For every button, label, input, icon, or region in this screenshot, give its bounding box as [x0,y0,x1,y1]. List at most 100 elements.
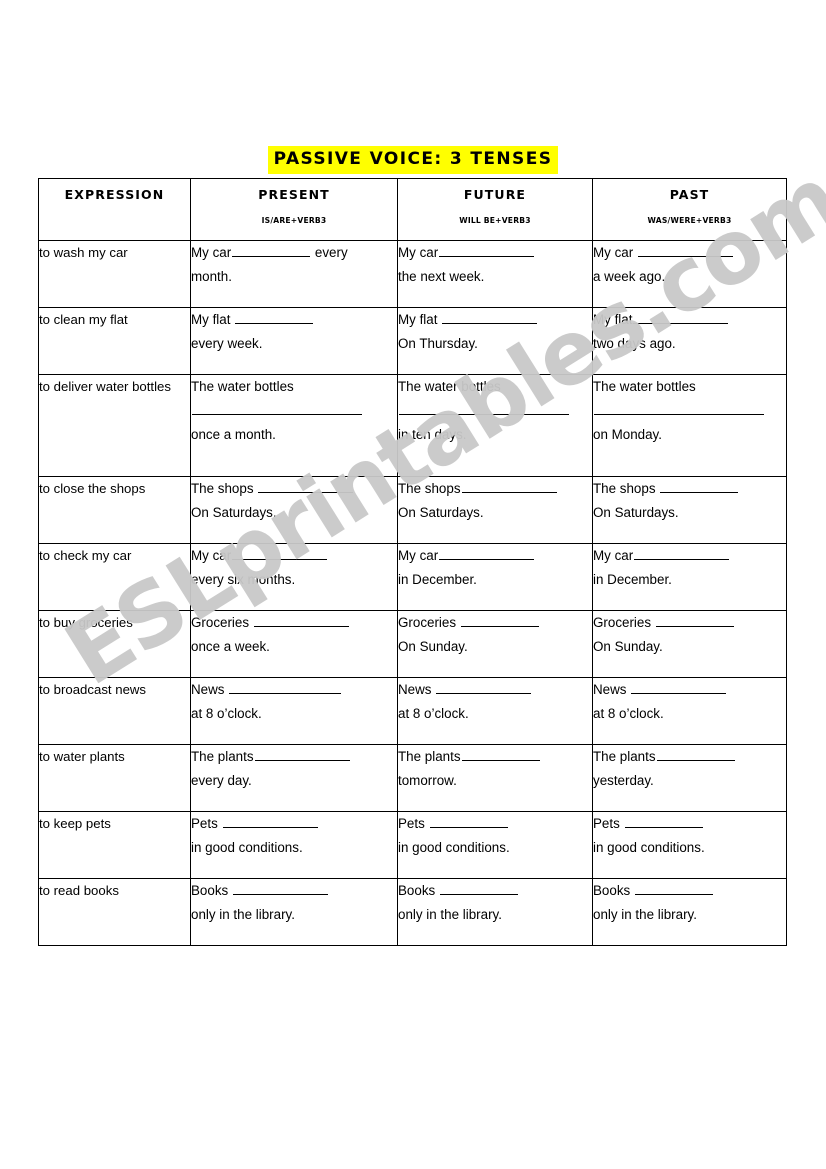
answer-blank[interactable] [660,480,739,493]
present-sentence-cell: News at 8 o’clock. [190,677,398,745]
column-header-future-label: FUTURE [463,187,527,202]
column-header-expression-sub [39,202,190,216]
sentence-line-2: at 8 o’clock. [593,706,664,721]
future-sentence-cell: Pets in good conditions. [397,811,593,879]
sentence-line-2: once a week. [191,639,270,654]
sentence-line-2: On Saturdays. [593,505,679,520]
sentence-line-1: Books [593,879,786,903]
sentence-subject: The plants [593,749,656,764]
table-row: to water plants The plants every day. The p… [38,744,787,812]
future-sentence-cell: Books only in the library. [397,878,593,946]
table-header-row: EXPRESSION PRESENT IS/ARE+VERB3 FUTURE W… [38,178,787,241]
answer-blank[interactable] [633,311,729,324]
sentence-line-2: every day. [191,773,252,788]
sentence-subject: My flat [191,312,235,327]
answer-blank[interactable] [442,311,538,324]
sentence-line-blank [191,399,397,423]
past-sentence-cell: Books only in the library. [592,878,787,946]
sentence-line-1: My flat [593,308,786,332]
sentence-line-2: at 8 o’clock. [191,706,262,721]
future-sentence-cell: The plants tomorrow. [397,744,593,812]
future-sentence-cell: My flat On Thursday. [397,307,593,375]
table-header: EXPRESSION PRESENT IS/ARE+VERB3 FUTURE W… [38,178,787,241]
table-row: to clean my flat My flat every week. My fl… [38,307,787,375]
sentence-line-1: My car [593,544,786,568]
sentence-line-2: in December. [398,572,477,587]
column-header-expression-label: EXPRESSION [64,187,165,202]
answer-blank[interactable] [439,244,535,257]
table-row: to broadcast news News at 8 o’clock. News … [38,677,787,745]
answer-blank[interactable] [655,614,734,627]
column-header-expression: EXPRESSION [38,178,191,241]
expression-cell: to check my car [38,543,191,611]
sentence-line-blank [398,399,592,423]
sentence-subject: My flat [398,312,442,327]
past-sentence-cell: Pets in good conditions. [592,811,787,879]
column-header-present-label: PRESENT [258,187,330,202]
present-sentence-cell: The water bottles once a month. [190,374,398,477]
table-row: to close the shops The shops On Saturdays… [38,476,787,544]
sentence-subject: The shops [398,481,461,496]
sentence-line-2: the next week. [398,269,485,284]
answer-blank[interactable] [232,882,328,895]
answer-blank[interactable] [222,815,318,828]
future-sentence-cell: My car in December. [397,543,593,611]
past-sentence-cell: My car in December. [592,543,787,611]
sentence-line-1: My flat [191,308,397,332]
answer-blank[interactable] [253,614,349,627]
table-row: to wash my car My car every month. My car th… [38,240,787,308]
past-sentence-cell: Groceries On Sunday. [592,610,787,678]
expression-cell: to broadcast news [38,677,191,745]
sentence-line-1: The plants [191,745,397,769]
answer-blank[interactable] [631,681,727,694]
answer-blank[interactable] [399,402,569,415]
table-body: to wash my car My car every month. My car th… [38,240,787,946]
table-row: to check my car My car every six months. My… [38,543,787,611]
answer-blank[interactable] [461,480,557,493]
answer-blank[interactable] [429,815,508,828]
expression-cell: to clean my flat [38,307,191,375]
sentence-line-1: The water bottles [593,375,786,399]
sentence-subject: My car [191,548,232,563]
answer-blank[interactable] [594,402,764,415]
sentence-line-2: on Monday. [593,427,662,442]
sentence-line-1: My flat [398,308,592,332]
present-sentence-cell: My flat every week. [190,307,398,375]
sentence-subject: My car [593,245,637,260]
answer-blank[interactable] [254,748,350,761]
answer-blank[interactable] [436,681,532,694]
table-row: to buy groceries Groceries once a week. Gr… [38,610,787,678]
answer-blank[interactable] [192,402,362,415]
answer-blank[interactable] [258,480,354,493]
column-header-future: FUTURE WILL BE+VERB3 [397,178,593,241]
sentence-line-blank [593,399,786,423]
sentence-line-2: in good conditions. [593,840,705,855]
answer-blank[interactable] [232,244,311,257]
answer-blank[interactable] [235,311,314,324]
answer-blank[interactable] [656,748,735,761]
worksheet-page: PASSIVE VOICE: 3 TENSES EXPRESSION PRESE… [0,0,826,1169]
answer-blank[interactable] [634,882,713,895]
answer-blank[interactable] [229,681,342,694]
future-sentence-cell: Groceries On Sunday. [397,610,593,678]
answer-blank[interactable] [460,614,539,627]
future-sentence-cell: The shops On Saturdays. [397,476,593,544]
sentence-line-1: Books [398,879,592,903]
answer-blank[interactable] [232,547,328,560]
sentence-line-1: My car [398,544,592,568]
sentence-line-2: in good conditions. [398,840,510,855]
sentence-line-2: month. [191,269,232,284]
sentence-subject: The plants [191,749,254,764]
sentence-line-1: Pets [593,812,786,836]
answer-blank[interactable] [637,244,733,257]
sentence-line-1: Groceries [593,611,786,635]
answer-blank[interactable] [634,547,730,560]
sentence-subject: Pets [398,816,429,831]
sentence-line-1: Groceries [398,611,592,635]
expression-cell: to buy groceries [38,610,191,678]
answer-blank[interactable] [439,547,535,560]
answer-blank[interactable] [439,882,518,895]
answer-blank[interactable] [461,748,540,761]
column-header-future-sub: WILL BE+VERB3 [459,216,531,225]
answer-blank[interactable] [624,815,703,828]
